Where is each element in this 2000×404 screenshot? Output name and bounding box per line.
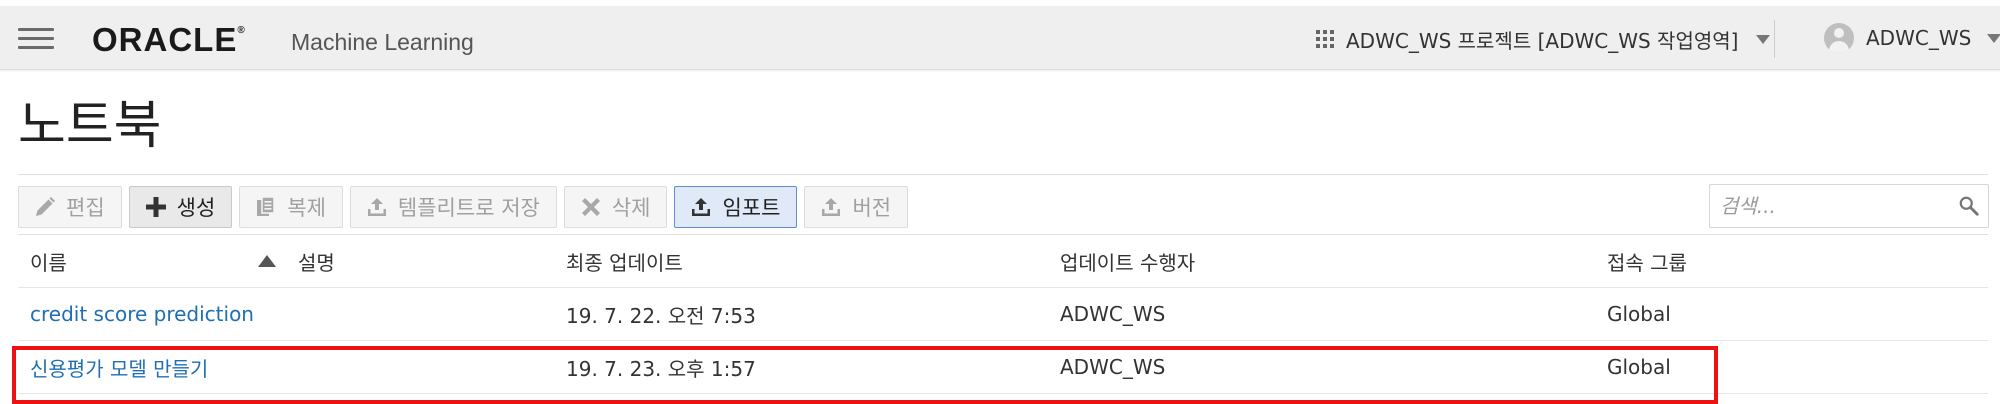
app-name: Machine Learning [291, 29, 474, 55]
user-menu[interactable]: ADWC_WS [1824, 23, 2000, 53]
duplicate-button[interactable]: 복제 [239, 186, 343, 228]
search-box [1709, 184, 1989, 228]
delete-label: 삭제 [611, 196, 651, 220]
search-icon[interactable] [1958, 195, 1980, 217]
create-button[interactable]: 생성 [128, 186, 233, 228]
sort-ascending-icon[interactable] [258, 235, 276, 287]
plus-icon [145, 197, 166, 217]
notebook-updated-by: ADWC_WS [1060, 355, 1166, 379]
save-as-template-label: 템플리트로 저장 [397, 196, 540, 220]
chevron-down-icon [1756, 34, 1771, 44]
table-row[interactable]: credit score prediction 19. 7. 22. 오전 7:… [18, 288, 1988, 341]
column-header-name[interactable]: 이름 [30, 235, 67, 287]
upload-icon [822, 198, 841, 216]
pencil-icon [36, 197, 55, 216]
x-icon [581, 198, 600, 216]
notebook-access-group: Global [1607, 302, 1671, 326]
notebook-toolbar: 편집 생성 복제 템플리트로 저장 삭제 임포트 버전 [18, 186, 915, 228]
divider [18, 174, 1988, 175]
page-title: 노트북 [18, 96, 162, 156]
avatar [1824, 23, 1854, 53]
chevron-down-icon [1987, 33, 2000, 43]
version-label: 버전 [852, 196, 892, 220]
notebook-access-group: Global [1607, 355, 1671, 379]
column-header-description[interactable]: 설명 [298, 235, 335, 287]
edit-button[interactable]: 편집 [18, 186, 122, 228]
column-header-updated-by[interactable]: 업데이트 수행자 [1060, 235, 1195, 287]
notebook-updated-by: ADWC_WS [1060, 302, 1166, 326]
notebook-table: 이름 설명 최종 업데이트 업데이트 수행자 접속 그룹 credit scor… [18, 235, 1988, 394]
import-label: 임포트 [722, 196, 781, 220]
grid-icon [1316, 30, 1334, 48]
edit-label: 편집 [66, 196, 105, 220]
notebook-name-link[interactable]: 신용평가 모델 만들기 [30, 341, 208, 393]
search-input[interactable] [1710, 185, 1950, 227]
create-label: 생성 [176, 196, 216, 220]
duplicate-label: 복제 [287, 196, 326, 220]
project-selector[interactable]: ADWC_WS 프로젝트 [ADWC_WS 작업영역] [1316, 24, 1771, 54]
notebook-updated: 19. 7. 23. 오후 1:57 [566, 356, 756, 381]
delete-button[interactable]: 삭제 [563, 186, 668, 228]
table-row[interactable]: 신용평가 모델 만들기 19. 7. 23. 오후 1:57 ADWC_WS G… [18, 341, 1988, 394]
app-header: ORACLE® Machine Learning ADWC_WS 프로젝트 [A… [0, 6, 2000, 70]
column-header-access-group[interactable]: 접속 그룹 [1607, 235, 1687, 287]
hamburger-menu-icon[interactable] [18, 26, 54, 52]
column-header-updated[interactable]: 최종 업데이트 [566, 235, 683, 287]
import-button[interactable]: 임포트 [674, 186, 798, 228]
user-name: ADWC_WS [1866, 26, 1972, 50]
oracle-logo: ORACLE® [92, 21, 246, 58]
save-as-template-button[interactable]: 템플리트로 저장 [349, 186, 557, 228]
project-label: ADWC_WS 프로젝트 [ADWC_WS 작업영역] [1346, 28, 1739, 53]
copy-icon [257, 196, 276, 216]
upload-icon [692, 198, 711, 216]
notebook-name-link[interactable]: credit score prediction [30, 288, 254, 340]
header-divider [1774, 20, 1775, 58]
notebook-updated: 19. 7. 22. 오전 7:53 [566, 303, 756, 328]
table-header-row: 이름 설명 최종 업데이트 업데이트 수행자 접속 그룹 [18, 235, 1988, 288]
version-button[interactable]: 버전 [804, 186, 909, 228]
upload-icon [367, 198, 386, 216]
